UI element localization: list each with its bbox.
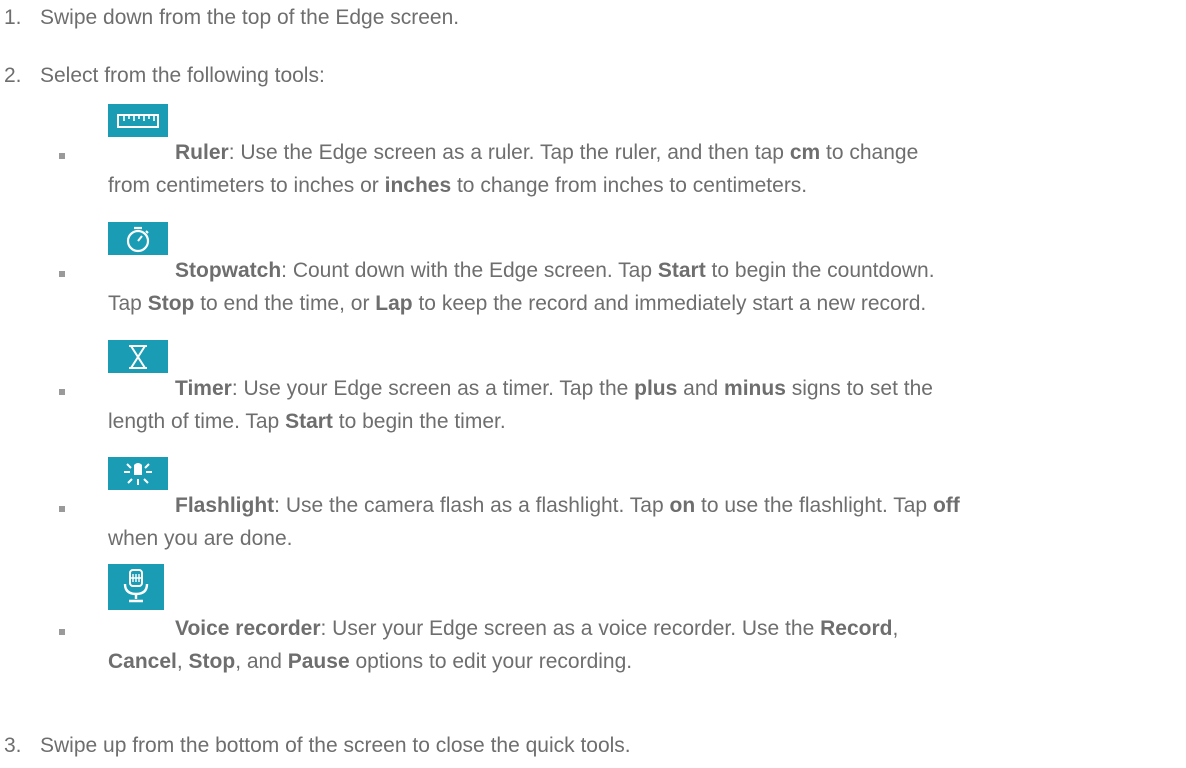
tool-text: Tap — [108, 292, 148, 315]
step-2: 2. Select from the following tools: — [0, 64, 325, 88]
tool-keyword: Start — [285, 410, 333, 433]
tool-line-1: Flashlight: Use the camera flash as a fl… — [175, 494, 960, 518]
tool-keyword: Start — [657, 259, 706, 282]
bullet — [59, 629, 65, 635]
tool-text: , and — [235, 650, 288, 673]
tool-text: : Count down with the Edge screen. Tap — [281, 259, 658, 282]
tool-text: length of time. Tap — [108, 410, 286, 433]
tool-line-1: Voice recorder: User your Edge screen as… — [175, 617, 898, 641]
step-text: Swipe up from the bottom of the screen t… — [40, 734, 631, 757]
tool-text: , — [892, 617, 899, 640]
tool-keyword: Stop — [188, 650, 236, 673]
tool-text: : User your Edge screen as a voice recor… — [320, 617, 821, 640]
tool-name: Voice recorder — [175, 617, 321, 640]
step-1: 1. Swipe down from the top of the Edge sc… — [0, 6, 459, 30]
tool-name: Timer — [175, 377, 232, 400]
step-number: 3. — [4, 734, 22, 757]
tool-text: to begin the countdown. — [705, 259, 935, 282]
tool-keyword: plus — [634, 377, 678, 400]
instructions-page: 1. Swipe down from the top of the Edge sc… — [0, 0, 1186, 768]
tool-keyword: Pause — [287, 650, 350, 673]
tool-text: to begin the timer. — [332, 410, 506, 433]
bullet — [59, 271, 65, 277]
tool-name: Flashlight — [175, 494, 275, 517]
bullet — [59, 506, 65, 512]
tool-text: signs to set the — [785, 377, 933, 400]
tool-line-2: Tap Stop to end the time, or Lap to keep… — [108, 292, 926, 316]
tool-line-1: Timer: Use your Edge screen as a timer. … — [175, 377, 933, 401]
tool-line-1: Stopwatch: Count down with the Edge scre… — [175, 259, 935, 283]
step-text: Swipe down from the top of the Edge scre… — [40, 6, 460, 29]
tool-keyword: Lap — [375, 292, 413, 315]
stopwatch-icon — [108, 222, 168, 255]
tool-keyword: on — [669, 494, 696, 517]
tool-keyword: Cancel — [108, 650, 177, 673]
step-3: 3. Swipe up from the bottom of the screen… — [0, 734, 631, 758]
tool-line-2: from centimeters to inches or inches to … — [108, 174, 807, 198]
tool-text: and — [677, 377, 725, 400]
tool-keyword: inches — [384, 174, 452, 197]
bullet — [59, 389, 65, 395]
tool-text: , — [176, 650, 189, 673]
tool-text: options to edit your recording. — [349, 650, 633, 673]
tool-name: Ruler — [175, 141, 229, 164]
ruler-icon — [108, 104, 168, 137]
tool-line-2: Cancel, Stop, and Pause options to edit … — [108, 650, 632, 674]
hourglass-icon — [108, 340, 168, 373]
step-text: Select from the following tools: — [40, 64, 325, 87]
flashlight-icon — [108, 457, 168, 490]
tool-line-2: length of time. Tap Start to begin the t… — [108, 410, 506, 434]
tool-text: to use the flashlight. Tap — [695, 494, 933, 517]
tool-text: to end the time, or — [194, 292, 376, 315]
tool-keyword: off — [932, 494, 960, 517]
tool-text: : Use the camera flash as a flashlight. … — [274, 494, 670, 517]
step-number: 1. — [4, 6, 22, 29]
step-number: 2. — [4, 64, 22, 87]
tool-line-2: when you are done. — [108, 527, 292, 551]
bullet — [59, 153, 65, 159]
tool-text: to change from inches to centimeters. — [451, 174, 808, 197]
tool-keyword: Record — [820, 617, 893, 640]
tool-keyword: Stop — [147, 292, 195, 315]
tool-text: to keep the record and immediately start… — [412, 292, 927, 315]
tool-text: : Use your Edge screen as a timer. Tap t… — [231, 377, 635, 400]
tool-text: : Use the Edge screen as a ruler. Tap th… — [228, 141, 790, 164]
tool-line-1: Ruler: Use the Edge screen as a ruler. T… — [175, 141, 918, 165]
tool-keyword: cm — [789, 141, 821, 164]
tool-keyword: minus — [724, 377, 786, 400]
tool-name: Stopwatch — [175, 259, 282, 282]
tool-text: from centimeters to inches or — [108, 174, 385, 197]
microphone-icon — [108, 564, 164, 610]
tool-text: when you are done. — [108, 527, 293, 550]
tool-text: to change — [820, 141, 919, 164]
